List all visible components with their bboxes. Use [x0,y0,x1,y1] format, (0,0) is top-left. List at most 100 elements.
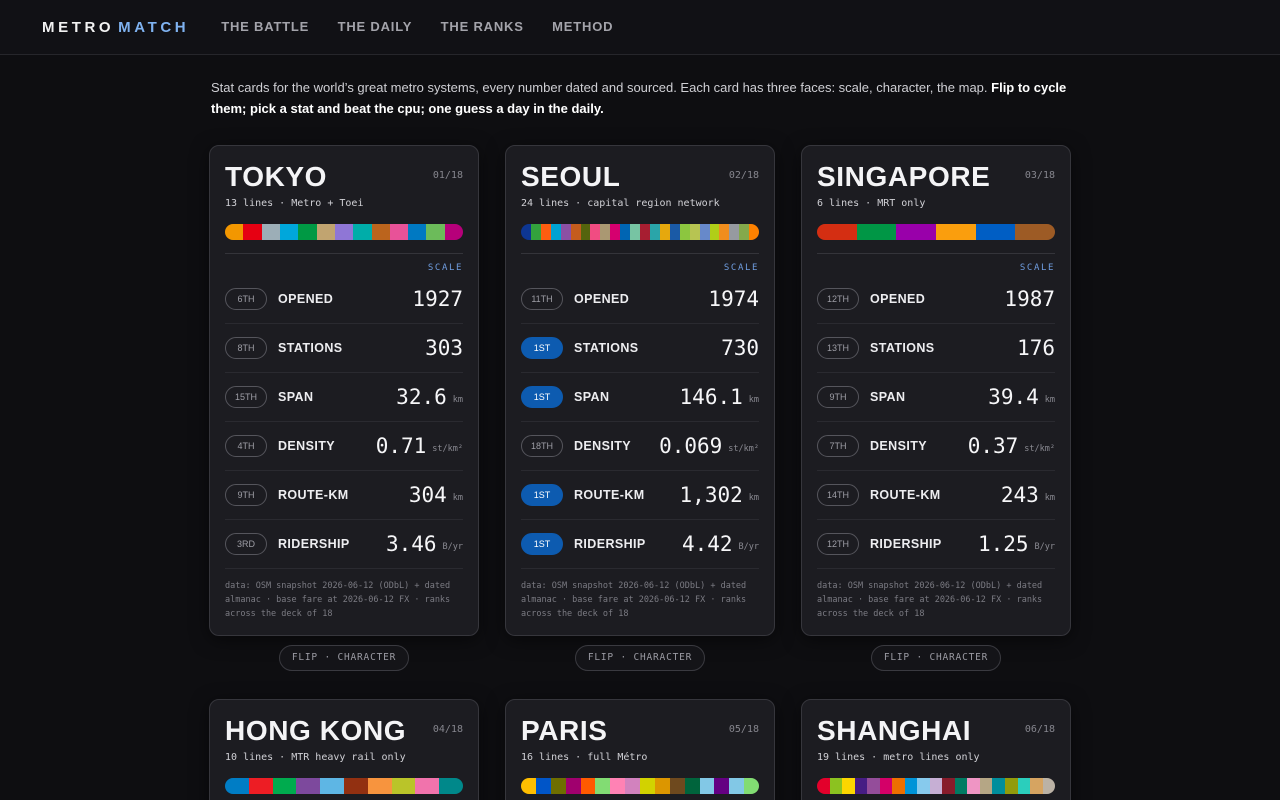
city-card-seoul[interactable]: SEOUL 02/18 24 lines · capital region netw… [505,145,775,636]
line-color-swatch [892,778,905,794]
line-color-swatch [625,778,640,794]
line-color-swatch [936,224,976,240]
stat-row-ridership[interactable]: 12TH RIDERSHIP 1.25 B/yr [817,520,1055,569]
flip-character-button[interactable]: FLIP · CHARACTER [279,645,409,671]
stat-row-stations[interactable]: 13TH STATIONS 176 [817,324,1055,373]
line-color-swatch [699,224,710,240]
brand-logo[interactable]: METRO MATCH [42,19,189,36]
stat-row-ridership[interactable]: 3RD RIDERSHIP 3.46 B/yr [225,520,463,569]
stat-value: 1,302 [679,483,743,507]
data-source-footnote: data: OSM snapshot 2026-06-12 (ODbL) + d… [521,581,747,619]
card-header: TOKYO 01/18 [225,160,463,194]
stat-label: OPENED [870,292,926,306]
stat-label: OPENED [574,292,630,306]
line-color-swatch [580,778,596,794]
stat-label: RIDERSHIP [574,537,646,551]
main-nav: THE BATTLE THE DAILY THE RANKS METHOD [221,18,637,36]
line-color-swatch [408,224,427,240]
stat-label: RIDERSHIP [870,537,942,551]
section-label-scale: SCALE [1019,263,1055,273]
card-header: SINGAPORE 03/18 [817,160,1055,194]
line-color-swatch [699,778,715,794]
section-label-scale: SCALE [427,263,463,273]
rank-badge: 11TH [521,288,563,310]
stat-value: 176 [1017,336,1055,360]
stat-row-density[interactable]: 18TH DENSITY 0.069 st/km² [521,422,759,471]
rank-badge: 1ST [521,337,563,359]
rank-badge: 1ST [521,484,563,506]
rank-badge: 6TH [225,288,267,310]
card-subtitle: 24 lines · capital region network [521,198,720,209]
stat-unit: st/km² [1024,444,1055,454]
stat-row-route-km[interactable]: 14TH ROUTE-KM 243 km [817,471,1055,520]
line-color-swatch [854,778,868,794]
nav-link-method[interactable]: METHOD [552,19,613,34]
card-divider [225,253,463,254]
line-color-swatch [640,224,650,240]
stat-row-density[interactable]: 4TH DENSITY 0.71 st/km² [225,422,463,471]
card-subtitle: 6 lines · MRT only [817,198,926,209]
city-name: HONG KONG [225,715,407,746]
stat-row-density[interactable]: 7TH DENSITY 0.37 st/km² [817,422,1055,471]
line-color-swatch [521,778,536,794]
stat-row-opened[interactable]: 12TH OPENED 1987 [817,275,1055,324]
line-color-swatch [565,778,581,794]
nav-link-the-ranks[interactable]: THE RANKS [441,19,524,34]
stat-value: 243 [1000,483,1039,507]
line-color-swatch [942,778,955,794]
stat-row-stations[interactable]: 8TH STATIONS 303 [225,324,463,373]
line-color-swatch [550,224,561,240]
stat-unit: B/yr [1034,542,1055,552]
flip-character-button[interactable]: FLIP · CHARACTER [575,645,705,671]
line-color-swatch [904,778,918,794]
stat-value: 0.37 [967,434,1019,458]
line-color-swatch [896,224,937,240]
stat-row-route-km[interactable]: 1ST ROUTE-KM 1,302 km [521,471,759,520]
line-color-swatch [856,224,897,240]
line-color-swatch [654,778,670,794]
stat-unit: B/yr [738,542,759,552]
flip-character-button[interactable]: FLIP · CHARACTER [871,645,1001,671]
city-card-shanghai[interactable]: SHANGHAI 06/18 19 lines · metro lines only [801,699,1071,800]
line-color-swatch [979,778,993,794]
stat-row-span[interactable]: 15TH SPAN 32.6 km [225,373,463,422]
city-card-hong-kong[interactable]: HONG KONG 04/18 10 lines · MTR heavy rail … [209,699,479,800]
stat-value: 1974 [708,287,759,311]
stat-row-route-km[interactable]: 9TH ROUTE-KM 304 km [225,471,463,520]
line-color-swatch [714,778,730,794]
stat-value: 3.46 [385,532,437,556]
line-color-swatch [535,778,551,794]
line-color-swatch [225,778,249,794]
rank-badge: 9TH [817,386,859,408]
stat-unit: km [452,395,463,405]
stat-row-span[interactable]: 9TH SPAN 39.4 km [817,373,1055,422]
city-name: SINGAPORE [817,161,991,192]
stat-value: 39.4 [988,385,1039,409]
line-color-swatch [521,224,531,240]
stat-row-stations[interactable]: 1ST STATIONS 730 [521,324,759,373]
city-name: SHANGHAI [817,715,972,746]
stat-unit: st/km² [728,444,759,454]
nav-link-the-battle[interactable]: THE BATTLE [221,19,309,34]
line-color-swatch [610,778,626,794]
stat-row-span[interactable]: 1ST SPAN 146.1 km [521,373,759,422]
city-card-tokyo[interactable]: TOKYO 01/18 13 lines · Metro + Toei SCALE 6T… [209,145,479,636]
card-header: HONG KONG 04/18 [225,714,463,748]
city-card-paris[interactable]: PARIS 05/18 16 lines · full Métro [505,699,775,800]
line-color-swatch [817,224,857,240]
city-card-singapore[interactable]: SINGAPORE 03/18 6 lines · MRT only SCALE 12T… [801,145,1071,636]
stat-row-opened[interactable]: 6TH OPENED 1927 [225,275,463,324]
stat-unit: B/yr [442,542,463,552]
stat-label: DENSITY [278,439,335,453]
nav-link-the-daily[interactable]: THE DAILY [338,19,413,34]
stat-label: ROUTE-KM [278,488,349,502]
stat-label: DENSITY [870,439,927,453]
line-color-swatch [343,778,368,794]
stat-label: RIDERSHIP [278,537,350,551]
card-header: PARIS 05/18 [521,714,759,748]
stat-row-ridership[interactable]: 1ST RIDERSHIP 4.42 B/yr [521,520,759,569]
line-color-swatch [729,224,740,240]
line-color-swatch [975,224,1016,240]
line-color-swatch [610,224,621,240]
stat-row-opened[interactable]: 11TH OPENED 1974 [521,275,759,324]
